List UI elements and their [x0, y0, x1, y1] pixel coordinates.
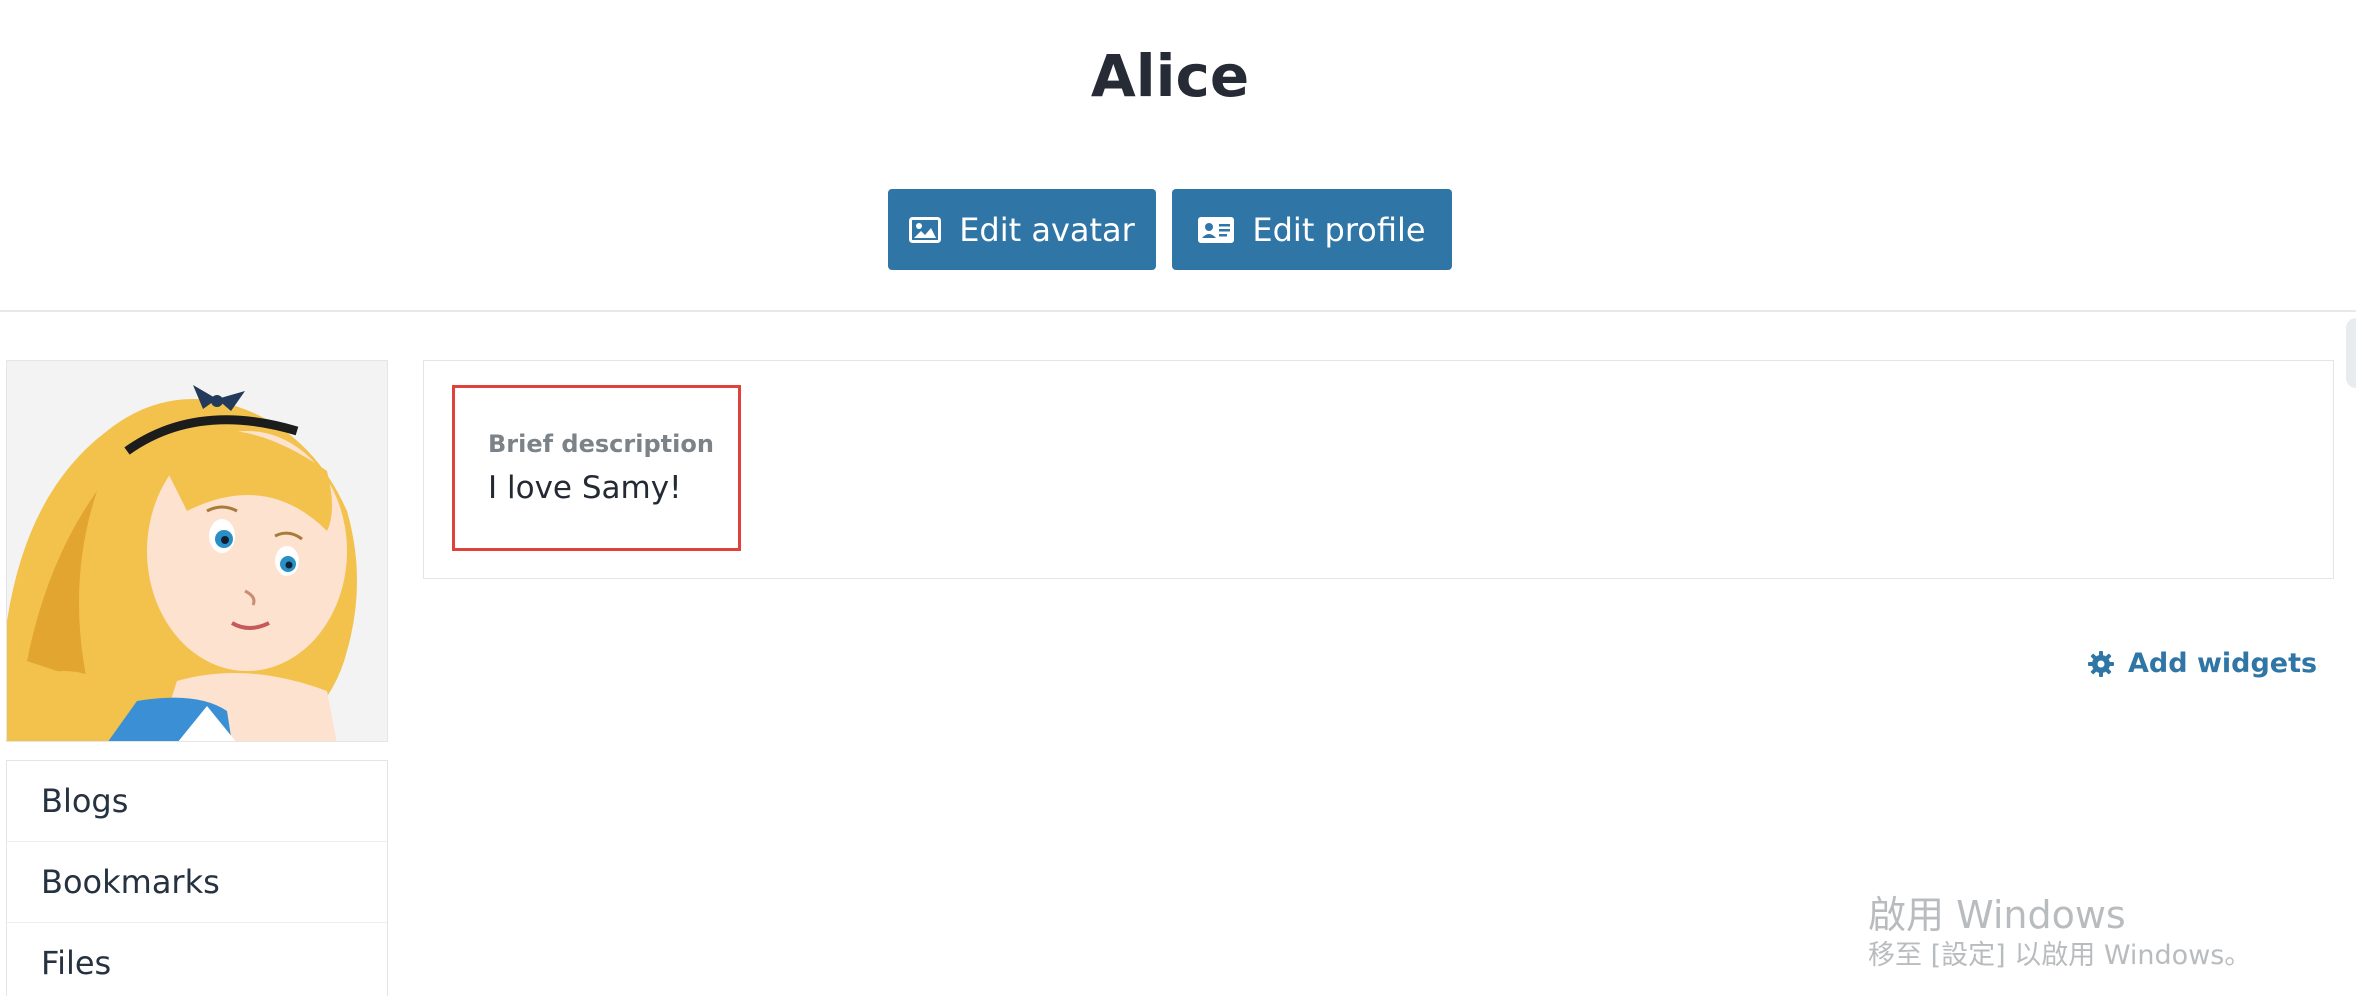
- edit-profile-label: Edit profile: [1252, 210, 1426, 249]
- highlight-box: [452, 385, 741, 551]
- add-widgets-link[interactable]: Add widgets: [2088, 648, 2317, 679]
- windows-activation-watermark: 啟用 Windows 移至 [設定] 以啟用 Windows。: [1868, 892, 2251, 974]
- header-divider: [0, 310, 2356, 312]
- profile-menu: Blogs Bookmarks Files: [6, 760, 388, 996]
- profile-page: Alice Edit avatar Edit profile Blogs Boo…: [0, 0, 2356, 996]
- id-card-icon: [1198, 216, 1235, 243]
- edge-handle: [2346, 318, 2356, 388]
- menu-item-blogs[interactable]: Blogs: [7, 761, 387, 842]
- image-icon: [909, 216, 942, 243]
- description-text: I love Samy!: [488, 470, 682, 506]
- edit-avatar-button[interactable]: Edit avatar: [888, 189, 1156, 270]
- edit-avatar-label: Edit avatar: [959, 210, 1135, 249]
- add-widgets-label: Add widgets: [2128, 648, 2318, 679]
- gear-icon: [2088, 650, 2114, 677]
- watermark-line1: 啟用 Windows: [1868, 893, 2126, 937]
- watermark-line2: 移至 [設定] 以啟用 Windows。: [1868, 940, 2252, 971]
- avatar[interactable]: [6, 360, 388, 742]
- menu-item-bookmarks[interactable]: Bookmarks: [7, 842, 387, 923]
- avatar-image: [7, 361, 387, 741]
- page-title: Alice: [1090, 42, 1250, 110]
- edit-profile-button[interactable]: Edit profile: [1172, 189, 1452, 270]
- description-label: Brief description: [488, 430, 714, 458]
- menu-item-files[interactable]: Files: [7, 923, 387, 996]
